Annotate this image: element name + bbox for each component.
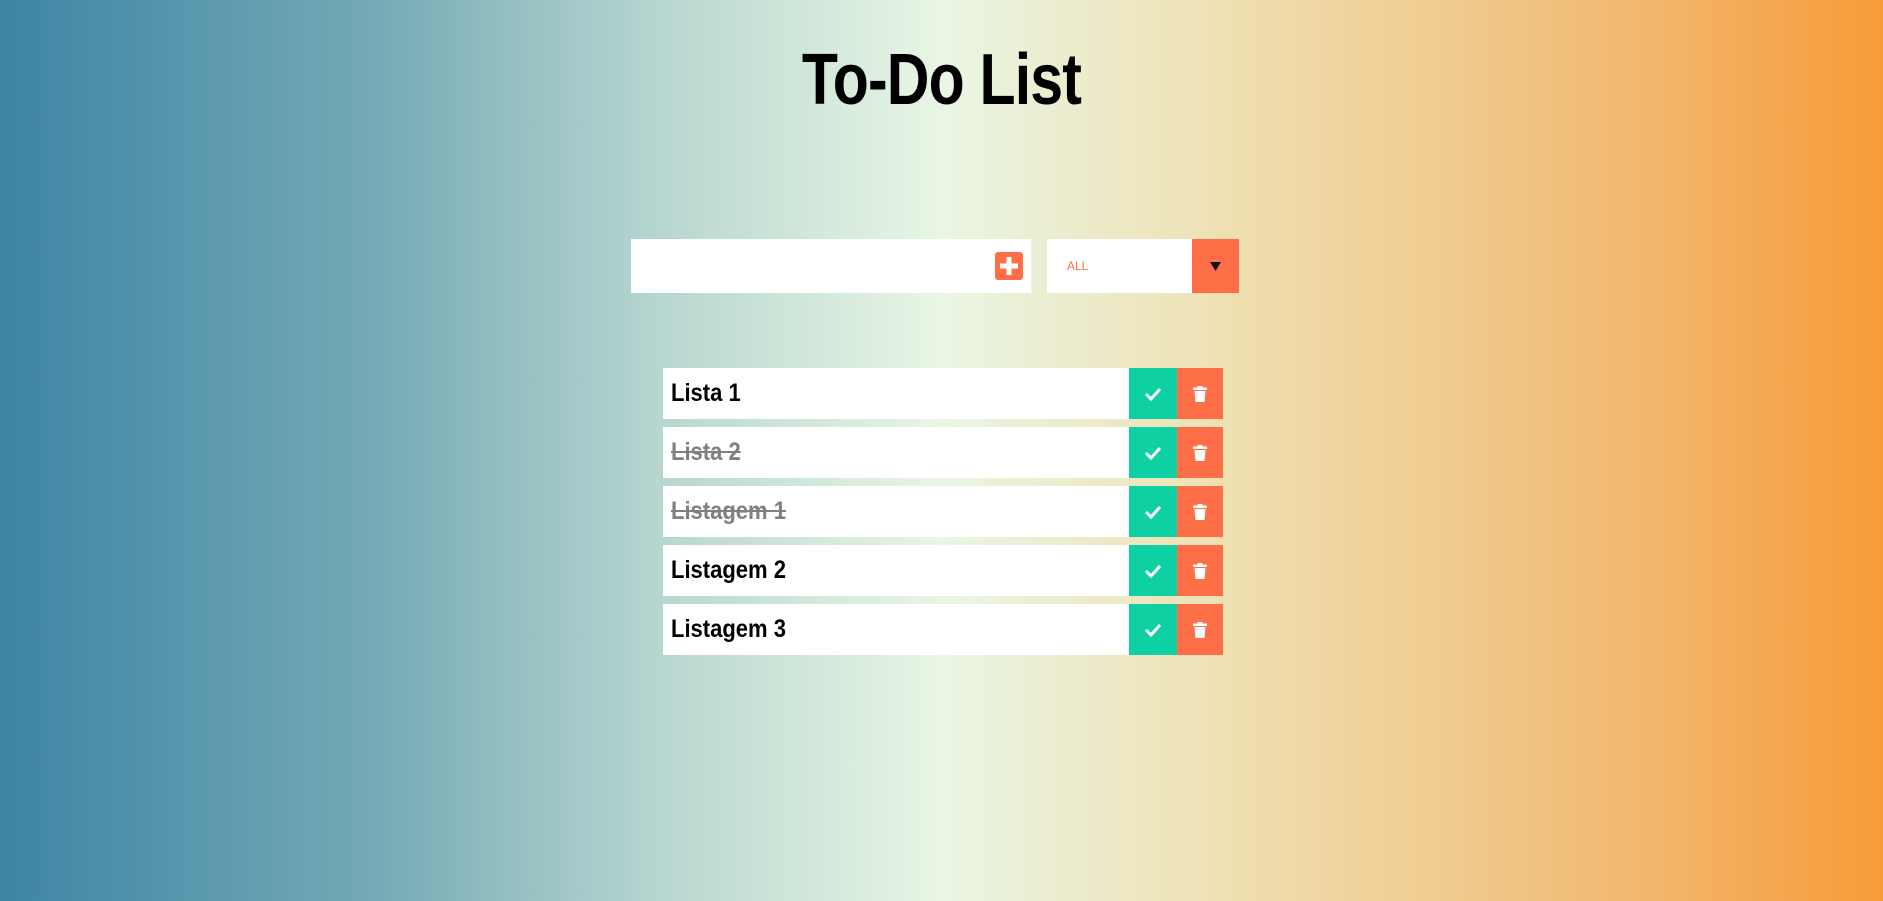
plus-square-icon: [1000, 257, 1018, 275]
page-title: To-Do List: [801, 40, 1082, 120]
trash-icon: [1193, 621, 1207, 638]
complete-button[interactable]: [1129, 368, 1177, 419]
todo-item: Listagem 2: [663, 545, 1223, 596]
check-icon: [1144, 623, 1162, 637]
trash-icon: [1193, 444, 1207, 461]
todo-item-text: Lista 1: [671, 379, 741, 407]
delete-button[interactable]: [1177, 368, 1223, 419]
todo-item: Lista 1: [663, 368, 1223, 419]
check-icon: [1144, 387, 1162, 401]
complete-button[interactable]: [1129, 545, 1177, 596]
delete-button[interactable]: [1177, 486, 1223, 537]
todo-item-text: Lista 2: [671, 438, 741, 466]
filter-dropdown-button[interactable]: [1192, 239, 1239, 293]
todo-input[interactable]: [631, 239, 991, 293]
todo-item-text: Listagem 1: [671, 497, 786, 525]
caret-down-icon: [1210, 262, 1221, 271]
trash-icon: [1193, 562, 1207, 579]
todo-input-container: [631, 239, 1031, 293]
check-icon: [1144, 564, 1162, 578]
check-icon: [1144, 505, 1162, 519]
delete-button[interactable]: [1177, 427, 1223, 478]
todo-form: ALL: [631, 239, 1239, 293]
complete-button[interactable]: [1129, 604, 1177, 655]
todo-item: Listagem 1: [663, 486, 1223, 537]
check-icon: [1144, 446, 1162, 460]
todo-item-text: Listagem 3: [671, 615, 786, 643]
filter-select[interactable]: ALL: [1047, 239, 1239, 293]
trash-icon: [1193, 385, 1207, 402]
add-todo-button[interactable]: [995, 252, 1023, 280]
todo-item-text: Listagem 2: [671, 556, 786, 584]
complete-button[interactable]: [1129, 486, 1177, 537]
filter-selected-value: ALL: [1067, 259, 1089, 273]
complete-button[interactable]: [1129, 427, 1177, 478]
todo-item: Lista 2: [663, 427, 1223, 478]
delete-button[interactable]: [1177, 545, 1223, 596]
todo-item: Listagem 3: [663, 604, 1223, 655]
todo-list: Lista 1 Lista 2 Listagem 1 Listagem 2 Li…: [663, 368, 1223, 663]
delete-button[interactable]: [1177, 604, 1223, 655]
trash-icon: [1193, 503, 1207, 520]
